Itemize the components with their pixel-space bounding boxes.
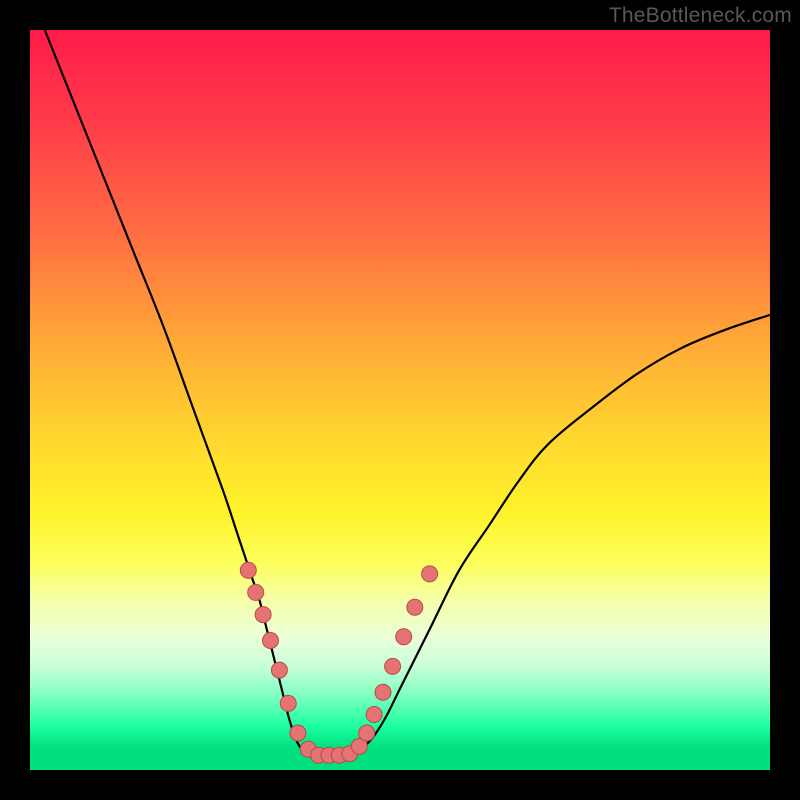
highlight-dot — [396, 629, 412, 645]
highlight-dot — [271, 662, 287, 678]
bottleneck-curve — [45, 30, 770, 755]
highlight-dots — [240, 562, 437, 763]
highlight-dot — [375, 684, 391, 700]
highlight-dot — [240, 562, 256, 578]
watermark-text: TheBottleneck.com — [609, 4, 792, 28]
highlight-dot — [407, 599, 423, 615]
highlight-dot — [280, 695, 296, 711]
highlight-dot — [366, 707, 382, 723]
highlight-dot — [248, 584, 264, 600]
highlight-dot — [255, 607, 271, 623]
highlight-dot — [359, 725, 375, 741]
highlight-dot — [422, 566, 438, 582]
chart-plot-area — [30, 30, 770, 770]
chart-svg — [30, 30, 770, 770]
highlight-dot — [290, 725, 306, 741]
highlight-dot — [263, 633, 279, 649]
highlight-dot — [385, 658, 401, 674]
chart-frame: TheBottleneck.com — [0, 0, 800, 800]
